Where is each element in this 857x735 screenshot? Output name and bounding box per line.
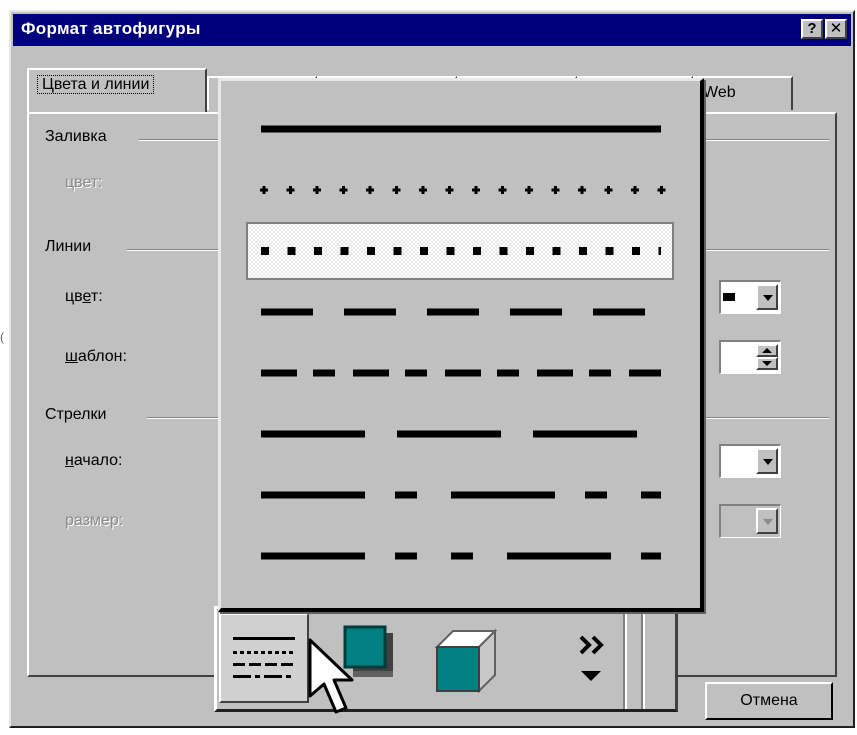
- tab-web[interactable]: Web: [693, 76, 793, 110]
- dash-style-option-long-dash-dot-dot[interactable]: [247, 528, 673, 584]
- cancel-button[interactable]: Отмена: [705, 682, 833, 720]
- dash-pattern-label: шаблон:: [65, 348, 127, 365]
- dash-style-list: [246, 101, 674, 584]
- arrow-end-field[interactable]: [719, 444, 781, 478]
- lines-heading: Линии: [45, 238, 92, 255]
- fill-color-label: цвет:: [65, 174, 103, 191]
- arrow-start-label: начало:: [65, 452, 123, 469]
- tab-colors-and-lines[interactable]: Цвета и линии: [27, 68, 207, 112]
- dash-style-option-long-dash-dot[interactable]: [247, 467, 673, 523]
- toolbar-separator: [641, 609, 645, 709]
- drawing-toolbar: [214, 606, 678, 712]
- line-weight-spinner[interactable]: [756, 344, 778, 370]
- line-style-dropdown-button[interactable]: [756, 284, 778, 310]
- arrow-end-size-field: [719, 504, 781, 538]
- line-style-preview: [723, 293, 735, 301]
- line-style-field[interactable]: [719, 280, 781, 314]
- dash-style-option-round-dot[interactable]: [247, 162, 673, 218]
- close-button[interactable]: ✕: [825, 19, 847, 39]
- toolbar-separator: [623, 609, 627, 709]
- dash-style-option-solid[interactable]: [247, 101, 673, 157]
- mouse-pointer-icon: [308, 638, 354, 714]
- more-buttons-icon: [579, 635, 604, 681]
- line-weight-field[interactable]: [719, 340, 781, 374]
- arrow-end-size-dropdown-button: [756, 508, 778, 534]
- fill-heading: Заливка: [45, 128, 107, 145]
- arrows-heading: Стрелки: [45, 406, 107, 423]
- dash-style-option-long-dash[interactable]: [247, 406, 673, 462]
- 3d-icon: [434, 628, 498, 694]
- spin-up-button[interactable]: [756, 344, 778, 357]
- arrow-end-dropdown-button[interactable]: [756, 448, 778, 474]
- dialog-title: Формат автофигуры: [21, 19, 201, 38]
- dash-style-button[interactable]: [219, 613, 309, 703]
- 3d-button[interactable]: [423, 617, 503, 701]
- dash-style-option-square-dot[interactable]: [246, 222, 674, 280]
- spin-down-button[interactable]: [756, 357, 778, 370]
- dash-style-popup: [218, 78, 704, 612]
- dash-style-option-dash-dot[interactable]: [247, 345, 673, 401]
- dash-style-icon: [233, 637, 295, 678]
- arrow-size-label: размер:: [65, 512, 124, 529]
- title-bar: Формат автофигуры ? ✕: [13, 14, 851, 46]
- line-color-label: цвет:: [65, 288, 103, 305]
- tab-label: Web: [703, 84, 736, 101]
- edge-mark: (: [0, 330, 4, 344]
- tab-label: Цвета и линии: [37, 75, 155, 94]
- dash-style-option-dash[interactable]: [247, 284, 673, 340]
- help-button[interactable]: ?: [801, 19, 823, 39]
- more-buttons-button[interactable]: [567, 619, 617, 699]
